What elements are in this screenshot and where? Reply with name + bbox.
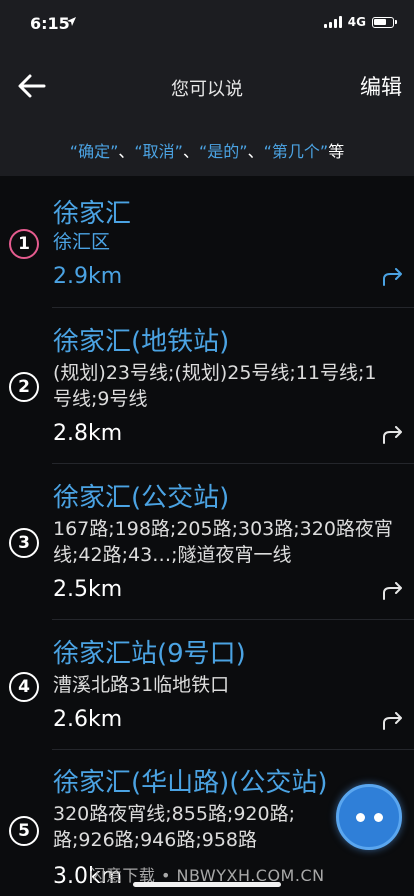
- result-index-badge: 5: [9, 816, 39, 846]
- result-distance: 2.8km: [53, 421, 123, 446]
- result-title: 徐家汇站(9号口): [53, 639, 246, 669]
- result-subtitle: 漕溪北路31临地铁口: [53, 674, 230, 696]
- result-title: 徐家汇(公交站): [53, 483, 230, 513]
- result-distance: 2.6km: [53, 707, 123, 732]
- voice-assistant-icon-dot: [374, 813, 383, 822]
- network-type: 4G: [347, 15, 366, 29]
- result-index-badge: 2: [9, 372, 39, 402]
- hint-separator: 、: [247, 142, 264, 161]
- result-title: 徐家汇: [53, 199, 132, 229]
- hint-keyword-cancel: “取消”: [134, 142, 183, 161]
- result-index-badge: 1: [9, 229, 39, 259]
- status-indicators: 4G: [323, 15, 397, 29]
- home-indicator[interactable]: [133, 882, 281, 887]
- result-title: 徐家汇(华山路)(公交站): [53, 768, 328, 798]
- location-arrow-icon: [67, 17, 76, 26]
- result-subtitle: 320路夜宵线;855路;920路;路;926路;946路;958路: [53, 803, 295, 851]
- result-distance: 2.9km: [53, 264, 123, 289]
- result-item[interactable]: 3 徐家汇(公交站) 167路;198路;205路;303路;320路夜宵线;4…: [0, 464, 414, 620]
- result-index-badge: 3: [9, 528, 39, 558]
- result-subtitle: 徐汇区: [53, 231, 111, 253]
- page-title: 您可以说: [171, 79, 243, 100]
- result-distance: 2.5km: [53, 577, 123, 602]
- result-item[interactable]: 1 徐家汇 徐汇区 2.9km: [0, 176, 414, 308]
- hint-keyword-confirm: “确定”: [69, 142, 119, 161]
- status-bar: 6:15 4G: [0, 0, 414, 50]
- hint-separator: 、: [182, 142, 199, 161]
- hint-keyword-yes: “是的”: [199, 142, 248, 161]
- result-item[interactable]: 4 徐家汇站(9号口) 漕溪北路31临地铁口 2.6km: [0, 620, 414, 750]
- result-item[interactable]: 2 徐家汇(地铁站) (规划)23号线;(规划)25号线;11号线;1号线;9号…: [0, 308, 414, 464]
- hint-keyword-which: “第几个”: [263, 142, 329, 161]
- edit-button[interactable]: 编辑: [360, 71, 402, 101]
- result-title: 徐家汇(地铁站): [53, 327, 230, 357]
- route-turn-icon[interactable]: [382, 426, 404, 444]
- nav-bar: 您可以说 编辑: [0, 50, 414, 122]
- signal-icon: [323, 16, 342, 28]
- battery-icon: [372, 16, 397, 28]
- result-subtitle: 167路;198路;205路;303路;320路夜宵线;42路;43…;隧道夜宵…: [53, 518, 393, 566]
- status-time: 6:15: [30, 14, 70, 33]
- route-turn-icon[interactable]: [382, 582, 404, 600]
- hint-separator: 、: [118, 142, 135, 161]
- hint-tail: 等: [328, 142, 345, 161]
- result-subtitle: (规划)23号线;(规划)25号线;11号线;1号线;9号线: [53, 362, 377, 410]
- route-turn-icon[interactable]: [382, 712, 404, 730]
- voice-assistant-button[interactable]: [336, 784, 402, 850]
- result-index-badge: 4: [9, 672, 39, 702]
- voice-hint: “确定”、“取消”、“是的”、“第几个”等: [0, 122, 414, 176]
- voice-assistant-icon: [356, 813, 365, 822]
- route-turn-icon[interactable]: [382, 268, 404, 286]
